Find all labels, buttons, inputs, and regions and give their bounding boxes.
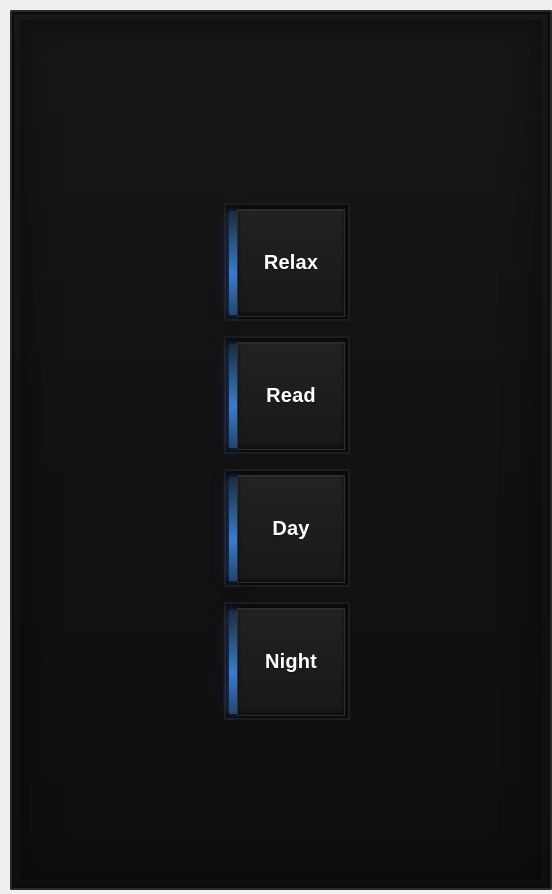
led-indicator bbox=[229, 477, 237, 581]
scene-key-read: Read bbox=[219, 336, 351, 458]
led-indicator bbox=[229, 610, 237, 714]
night-button-label: Night bbox=[264, 650, 318, 673]
led-indicator bbox=[229, 344, 237, 448]
read-button[interactable]: Read bbox=[237, 342, 345, 450]
relax-button-label: Relax bbox=[263, 251, 319, 274]
screenshot-canvas: Relax Read Day Night bbox=[0, 0, 552, 894]
scene-key-day: Day bbox=[219, 469, 351, 591]
night-button[interactable]: Night bbox=[237, 608, 345, 716]
led-indicator bbox=[229, 211, 237, 315]
day-button[interactable]: Day bbox=[237, 475, 345, 583]
scene-key-relax: Relax bbox=[219, 203, 351, 325]
scene-key-night: Night bbox=[219, 602, 351, 724]
wall-faceplate: Relax Read Day Night bbox=[10, 10, 552, 890]
day-button-label: Day bbox=[272, 517, 310, 540]
relax-button[interactable]: Relax bbox=[237, 209, 345, 317]
read-button-label: Read bbox=[266, 384, 316, 407]
